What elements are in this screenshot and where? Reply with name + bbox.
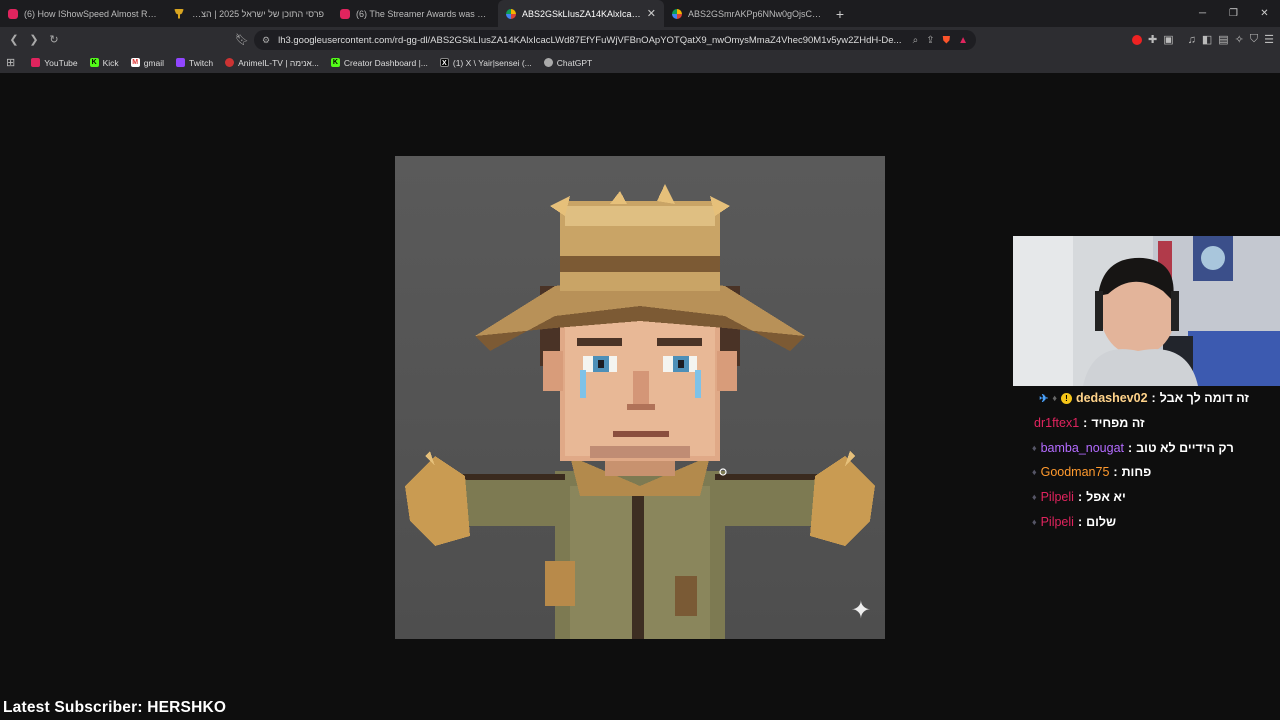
gmail-icon: M (130, 58, 140, 67)
youtube-icon (31, 58, 41, 67)
chat-text: זה מפחיד (1091, 416, 1145, 431)
badge-icon: ♦ (1032, 516, 1037, 527)
chatgpt-icon (543, 58, 553, 67)
badge-icon: ✈ (1039, 392, 1049, 405)
streamer-webcam-feed (1013, 236, 1280, 386)
google-photos-icon (506, 8, 516, 19)
chat-message: ♦ Pilpeli : שלום (1032, 514, 1117, 529)
tab-strip: (6) How IShowSpeed Almost Ruined פרסי הת… (0, 0, 1280, 27)
badge-icon: ♦ (1032, 442, 1037, 453)
tab-2[interactable]: (6) The Streamer Awards was a Disast (332, 0, 498, 27)
chat-username[interactable]: Pilpeli (1041, 515, 1074, 529)
scarecrow-pixel-art (405, 184, 875, 639)
tab-4[interactable]: ABS2GSmrAKPp6NNw0gOjsC8zLCS8 (664, 0, 830, 27)
cursor-icon (719, 468, 727, 476)
chat-username[interactable]: bamba_nougat (1041, 441, 1124, 455)
address-bar[interactable]: ⚙ lh3.googleusercontent.com/rd-gg-dl/ABS… (254, 30, 976, 50)
x-icon: X (439, 58, 449, 67)
badge-icon: ! (1060, 392, 1072, 404)
sidebar-icon[interactable]: ◧ (1202, 33, 1212, 46)
url-text[interactable]: lh3.googleusercontent.com/rd-gg-dl/ABS2G… (278, 35, 905, 46)
apps-grid-icon[interactable]: ⊞ (6, 56, 25, 69)
share-icon[interactable]: ⇪ (926, 35, 934, 46)
tab-title: פרסי התוכן של ישראל 2025 | הצביעו (190, 8, 324, 19)
badge-icon: ♦ (1032, 467, 1037, 478)
window-controls: ─ ❐ ✕ (1187, 0, 1280, 27)
youtube-icon (340, 8, 350, 19)
extensions-icon[interactable]: ✚ (1148, 33, 1157, 46)
stream-chat: ✈ ♦ ! dedashev02 : זה דומה לך אבל dr1fte… (1028, 386, 1280, 534)
bookmark-twitch[interactable]: Twitch (170, 58, 219, 68)
bookmark-youtube[interactable]: YouTube (25, 58, 83, 68)
media-icon[interactable]: ♫ (1188, 34, 1196, 46)
bookmark-creator-dashboard[interactable]: K Creator Dashboard |... (325, 58, 434, 68)
navigation-bar: ❮ ❯ ↻ 🔖︎ ⚙ lh3.googleusercontent.com/rd-… (0, 27, 1280, 52)
chat-text: פחות (1121, 465, 1152, 480)
close-tab-icon[interactable]: ✕ (647, 7, 656, 20)
chat-message: ♦ bamba_nougat : רק הידיים לא טוב (1032, 440, 1234, 455)
bookmarks-bar: ⊞ YouTube K Kick Mgmail Twitch AnimeIL-TV… (0, 52, 1280, 73)
chat-text: רק הידיים לא טוב (1136, 440, 1234, 455)
chat-username[interactable]: Goodman75 (1041, 465, 1110, 479)
screenshot-icon[interactable]: ▣ (1163, 33, 1173, 46)
brave-shields-icon[interactable]: ⛊ (943, 35, 951, 46)
new-tab-button[interactable]: + (830, 6, 850, 22)
chat-message: dr1ftex1 : זה מפחיד (1034, 416, 1145, 431)
webcam-overlay (1013, 236, 1280, 386)
leo-ai-icon[interactable]: ✧ (1235, 33, 1244, 46)
chat-username[interactable]: dedashev02 (1076, 391, 1148, 405)
chat-message: ✈ ♦ ! dedashev02 : זה דומה לך אבל (1039, 391, 1249, 406)
toolbar-right: ✚ ▣ ♫ ◧ ▤ ✧ ⛉ ☰ (1131, 27, 1274, 52)
tab-title: (6) How IShowSpeed Almost Ruined (24, 8, 158, 19)
badge-icon: ♦ (1052, 393, 1057, 404)
bookmark-animeil[interactable]: AnimeIL-TV | אנימה... (219, 58, 325, 68)
close-window-icon[interactable]: ✕ (1249, 0, 1280, 27)
menu-icon[interactable]: ☰ (1264, 33, 1274, 46)
tab-1[interactable]: פרסי התוכן של ישראל 2025 | הצביעו (166, 0, 332, 27)
chat-username[interactable]: Pilpeli (1041, 490, 1074, 504)
chat-username[interactable]: dr1ftex1 (1034, 416, 1079, 430)
bookmark-gmail[interactable]: Mgmail (125, 58, 170, 68)
generated-image[interactable]: ✦ (395, 156, 885, 639)
tab-title: ABS2GSkLIusZA14KAlxIcacLWd8 (522, 8, 641, 19)
site-info-icon[interactable]: ⚙ (262, 35, 270, 46)
chat-message: ♦ Pilpeli : יא אפל (1032, 490, 1126, 505)
gemini-sparkle-icon: ✦ (850, 597, 871, 624)
restore-icon[interactable]: ❐ (1218, 0, 1249, 27)
tab-title: (6) The Streamer Awards was a Disast (356, 8, 490, 19)
forward-icon[interactable]: ❯ (24, 33, 44, 46)
vpn-icon[interactable]: ⛉ (1250, 33, 1258, 46)
twitch-icon (176, 58, 185, 67)
brave-rewards-icon[interactable]: ▲ (958, 35, 968, 46)
bookmark-icon[interactable]: 🔖︎ (232, 33, 252, 46)
chat-text: יא אפל (1086, 490, 1126, 505)
bookmark-chatgpt[interactable]: ChatGPT (538, 58, 598, 68)
chat-message: ♦ Goodman75 : פחות (1032, 465, 1152, 480)
badge-icon: ♦ (1032, 492, 1037, 503)
tab-0[interactable]: (6) How IShowSpeed Almost Ruined (0, 0, 166, 27)
anime-icon (225, 58, 235, 67)
minimize-icon[interactable]: ─ (1187, 0, 1218, 27)
chat-text: זה דומה לך אבל (1159, 391, 1249, 406)
youtube-icon (8, 8, 18, 19)
reload-icon[interactable]: ↻ (44, 33, 64, 46)
tab-title: ABS2GSmrAKPp6NNw0gOjsC8zLCS8 (688, 8, 822, 19)
wallet-icon[interactable]: ▤ (1218, 33, 1228, 46)
chat-text: שלום (1086, 514, 1117, 529)
tab-3[interactable]: ABS2GSkLIusZA14KAlxIcacLWd8 ✕ (498, 0, 664, 27)
google-photos-icon (672, 8, 682, 19)
zoom-icon[interactable]: ⌕ (913, 35, 919, 46)
record-icon[interactable] (1131, 34, 1142, 45)
kick-icon: K (89, 58, 99, 67)
trophy-icon (174, 8, 184, 19)
bookmark-x[interactable]: X (1) X \ Yair|sensei (... (434, 58, 538, 68)
bookmark-kick[interactable]: K Kick (84, 58, 125, 68)
kick-icon: K (330, 58, 340, 67)
back-icon[interactable]: ❮ (4, 33, 24, 46)
latest-subscriber-overlay: Latest Subscriber: HERSHKO (3, 699, 227, 716)
